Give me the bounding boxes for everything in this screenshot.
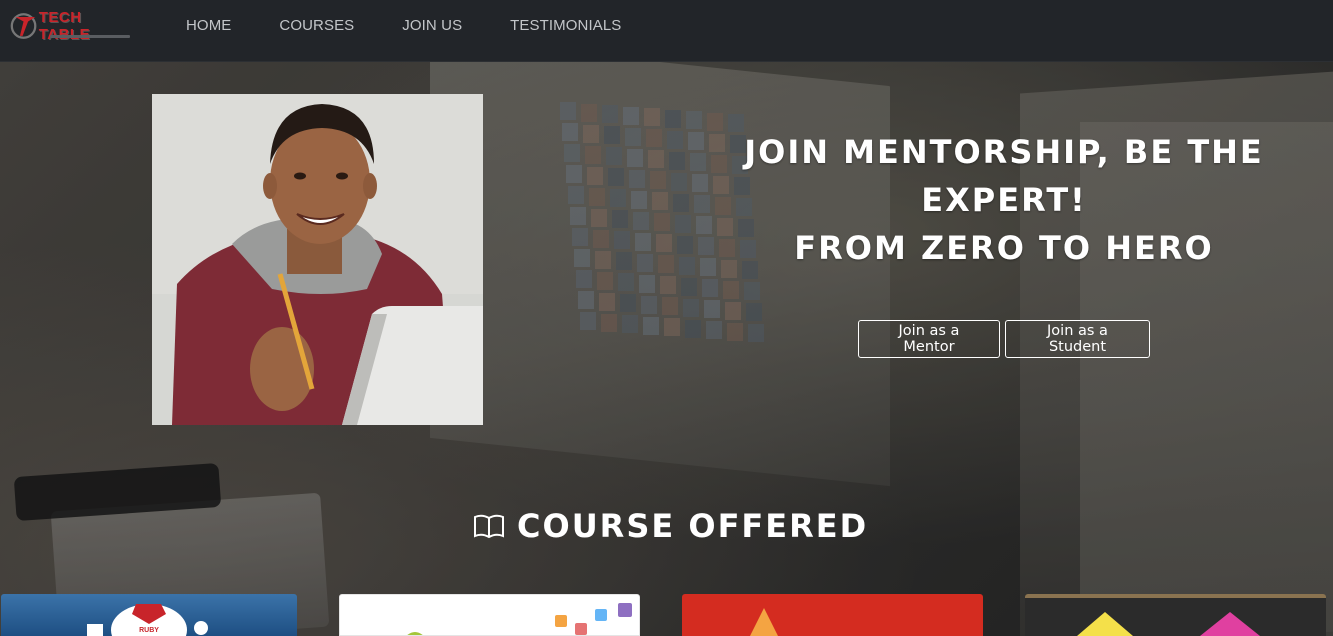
student-illustration <box>152 94 483 425</box>
book-open-icon <box>474 514 504 539</box>
ruby-course-thumbnail: RUBY <box>87 604 208 636</box>
ruby-label: RUBY <box>139 627 159 634</box>
nav-home[interactable]: HOME <box>186 17 231 34</box>
courses-title: COURSE OFFERED <box>517 507 869 545</box>
hero-headline-line-1: JOIN MENTORSHIP, BE THE <box>744 133 1264 171</box>
brand-tagline-bar <box>50 35 130 38</box>
courses-heading: COURSE OFFERED <box>473 506 868 546</box>
nav-testimonials[interactable]: TESTIMONIALS <box>510 17 621 34</box>
join-as-mentor-button[interactable]: Join as a Mentor <box>858 320 1000 358</box>
course-card-android[interactable] <box>339 594 640 636</box>
hero-headline: JOIN MENTORSHIP, BE THE EXPERT! FROM ZER… <box>740 128 1268 272</box>
course-card-ruby[interactable]: RUBY <box>1 594 297 636</box>
principles-course-thumbnail <box>1077 612 1260 636</box>
navbar: TECH TABLE HOME COURSES JOIN US TESTIMON… <box>0 0 1333 62</box>
brand-logo[interactable]: TECH TABLE <box>10 9 130 43</box>
angular-course-thumbnail <box>750 608 778 636</box>
hero-section: JOIN MENTORSHIP, BE THE EXPERT! FROM ZER… <box>0 62 1333 636</box>
hero-cta-group: Join as a Mentor Join as a Student <box>858 320 1150 358</box>
hero-headline-line-3: FROM ZERO TO HERO <box>794 229 1214 267</box>
nav-join-us[interactable]: JOIN US <box>402 17 462 34</box>
course-card-principles[interactable] <box>1025 594 1326 636</box>
join-as-student-button[interactable]: Join as a Student <box>1005 320 1150 358</box>
tech-table-logo-icon <box>10 13 37 39</box>
main-nav: HOME COURSES JOIN US TESTIMONIALS <box>186 0 669 50</box>
student-photo <box>152 94 483 425</box>
hero-headline-line-2: EXPERT! <box>921 181 1087 219</box>
nav-courses[interactable]: COURSES <box>279 17 354 34</box>
android-course-thumbnail <box>407 603 632 635</box>
course-card-angular[interactable] <box>682 594 983 636</box>
